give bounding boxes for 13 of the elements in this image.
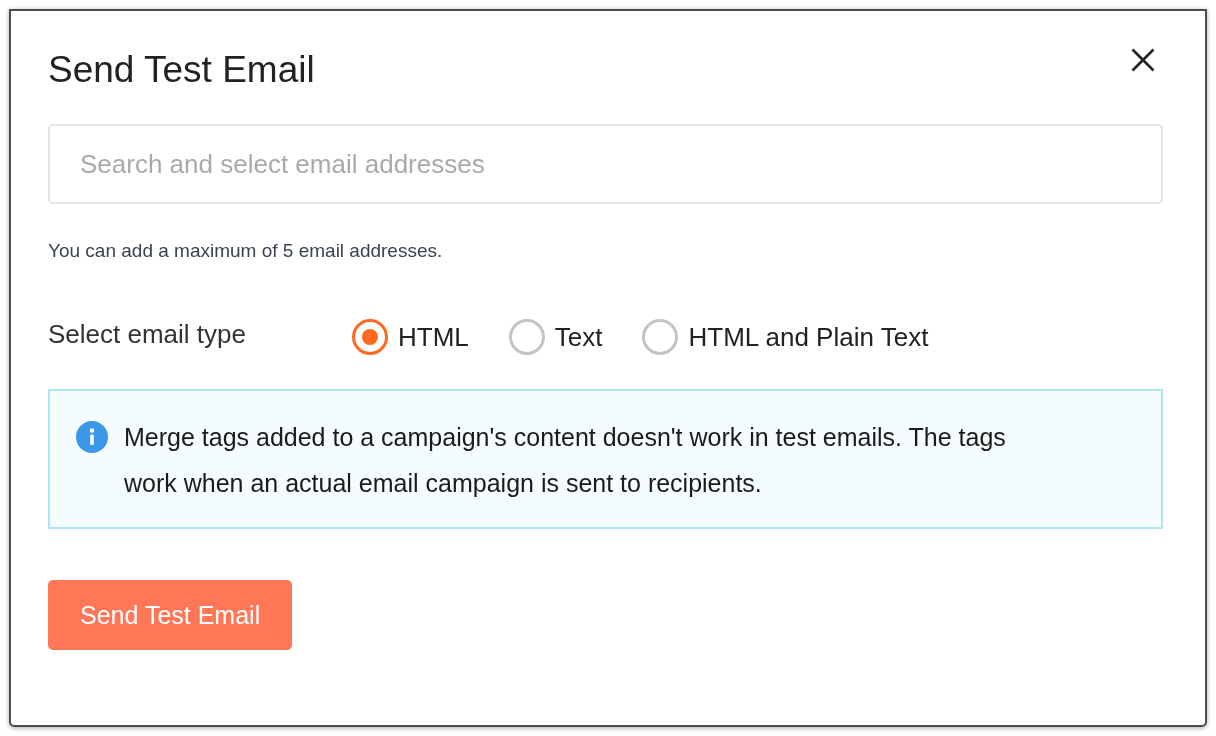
radio-option[interactable]: HTML and Plain Text	[642, 317, 929, 357]
notice-text: Merge tags added to a campaign's content doesn't work in test emails. The tags work when an actual email campaign is sent to recipients.	[124, 422, 1007, 499]
close-icon[interactable]	[1131, 48, 1155, 72]
radio-option[interactable]: Text	[508, 317, 603, 357]
radio-option[interactable]: HTML	[352, 317, 469, 357]
email-search-field[interactable]: Search and select email addresses	[48, 124, 1163, 204]
helper-text: You can add a maximum of 5 email addresses.	[48, 239, 444, 263]
dialog-title: Send Test Email	[48, 48, 315, 92]
field-label: Select email type	[48, 318, 247, 351]
radio-icon[interactable]	[508, 319, 545, 355]
radio-icon[interactable]	[352, 319, 388, 355]
radio-icon[interactable]	[642, 319, 679, 355]
info-icon	[76, 421, 108, 453]
